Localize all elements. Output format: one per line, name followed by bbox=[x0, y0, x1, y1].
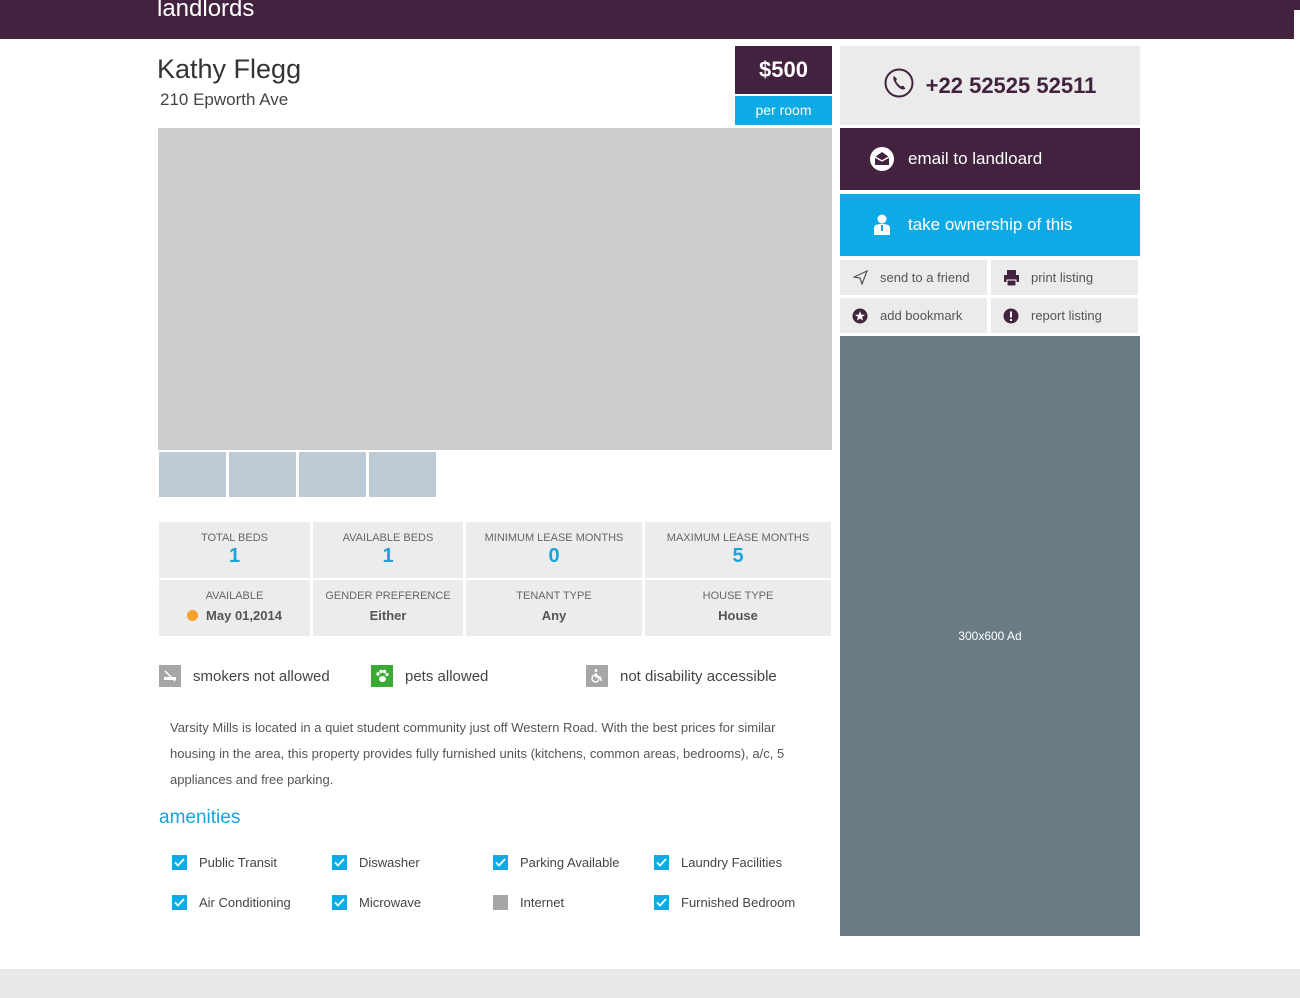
email-landlord-label: email to landloard bbox=[908, 149, 1043, 168]
star-icon bbox=[852, 308, 868, 324]
feature-label: not disability accessible bbox=[620, 667, 777, 685]
amenities-heading: amenities bbox=[159, 807, 241, 828]
stat-available-beds: AVAILABLE BEDS 1 bbox=[313, 522, 463, 578]
listing-address: 210 Epworth Ave bbox=[160, 90, 289, 109]
stat-label: MAXIMUM LEASE MONTHS bbox=[666, 532, 810, 544]
no-smoking-icon bbox=[159, 665, 181, 687]
availability-dot-icon bbox=[187, 610, 199, 621]
stat-value: May 01,2014 bbox=[159, 608, 310, 623]
amenity-item: Air Conditioning bbox=[172, 895, 291, 910]
amenity-label: Internet bbox=[520, 895, 565, 910]
top-bar: landlords bbox=[0, 0, 1300, 39]
take-ownership-button[interactable]: take ownership of this bbox=[840, 194, 1140, 256]
ad-placeholder[interactable]: 300x600 Ad bbox=[840, 336, 1140, 936]
price-unit: per room bbox=[735, 96, 832, 125]
amenity-label: Air Conditioning bbox=[199, 895, 291, 910]
printer-icon bbox=[1003, 269, 1019, 286]
amenity-label: Furnished Bedroom bbox=[681, 895, 796, 910]
amenity-item: Parking Available bbox=[493, 855, 620, 870]
amenity-checkbox[interactable] bbox=[332, 895, 347, 910]
stat-tenant-type: TENANT TYPE Any bbox=[466, 580, 642, 636]
amenity-label: Public Transit bbox=[199, 855, 278, 870]
amenity-label: Microwave bbox=[359, 895, 422, 910]
take-ownership-label: take ownership of this bbox=[908, 215, 1073, 234]
photo-thumbnail-1[interactable] bbox=[159, 452, 226, 497]
stat-min-lease: MINIMUM LEASE MONTHS 0 bbox=[466, 522, 642, 578]
feature-accessibility: not disability accessible bbox=[586, 664, 777, 688]
stat-label: AVAILABLE BEDS bbox=[342, 532, 434, 544]
available-date: May 01,2014 bbox=[206, 608, 282, 623]
stat-label: TOTAL BEDS bbox=[200, 532, 269, 544]
add-bookmark-label: add bookmark bbox=[880, 308, 963, 323]
stat-total-beds: TOTAL BEDS 1 bbox=[159, 522, 310, 578]
stat-label: AVAILABLE bbox=[205, 590, 264, 602]
paw-icon bbox=[371, 665, 393, 687]
stat-value: 0 bbox=[548, 545, 560, 567]
amenity-checkbox[interactable] bbox=[493, 895, 508, 910]
main-photo[interactable] bbox=[158, 128, 832, 450]
stat-value: 1 bbox=[228, 545, 241, 567]
wheelchair-icon bbox=[586, 665, 608, 687]
amenity-checkbox[interactable] bbox=[172, 855, 187, 870]
amenity-checkbox[interactable] bbox=[654, 895, 669, 910]
amenity-item: Public Transit bbox=[172, 855, 277, 870]
listing-description: Varsity Mills is located in a quiet stud… bbox=[170, 720, 785, 787]
stat-value: House bbox=[718, 608, 758, 623]
send-icon bbox=[852, 270, 868, 286]
amenity-checkbox[interactable] bbox=[654, 855, 669, 870]
stat-max-lease: MAXIMUM LEASE MONTHS 5 bbox=[645, 522, 831, 578]
send-to-friend-button[interactable]: send to a friend bbox=[840, 260, 987, 295]
amenity-label: Laundry Facilities bbox=[681, 855, 783, 870]
amenity-item: Internet bbox=[493, 895, 564, 910]
stat-available: AVAILABLE May 01,2014 bbox=[159, 580, 310, 636]
stat-label: GENDER PREFERENCE bbox=[325, 590, 451, 602]
report-listing-label: report listing bbox=[1031, 308, 1102, 323]
send-to-friend-label: send to a friend bbox=[880, 270, 970, 285]
amenity-checkbox[interactable] bbox=[172, 895, 187, 910]
print-listing-label: print listing bbox=[1031, 270, 1094, 285]
print-listing-button[interactable]: print listing bbox=[991, 260, 1138, 295]
stat-label: TENANT TYPE bbox=[516, 590, 592, 602]
feature-label: pets allowed bbox=[405, 667, 489, 685]
top-bar-edge bbox=[1294, 10, 1300, 39]
amenity-item: Furnished Bedroom bbox=[654, 895, 795, 910]
stat-house-type: HOUSE TYPE House bbox=[645, 580, 831, 636]
amenity-label: Diswasher bbox=[359, 855, 420, 870]
amenity-item: Laundry Facilities bbox=[654, 855, 782, 870]
amenity-label: Parking Available bbox=[520, 855, 620, 870]
photo-thumbnail-3[interactable] bbox=[299, 452, 366, 497]
phone-number: +22 52525 52511 bbox=[925, 72, 1097, 98]
stat-value: 5 bbox=[732, 545, 744, 567]
amenity-item: Microwave bbox=[332, 895, 421, 910]
exclamation-icon bbox=[1003, 308, 1019, 324]
listing-title: Kathy Flegg bbox=[157, 54, 302, 84]
page-footer bbox=[0, 969, 1300, 998]
stat-value: Either bbox=[369, 608, 407, 623]
email-landlord-button[interactable]: email to landloard bbox=[840, 128, 1140, 190]
phone-icon bbox=[884, 68, 914, 103]
stat-value: Any bbox=[541, 608, 567, 623]
phone-contact[interactable]: +22 52525 52511 bbox=[840, 46, 1140, 125]
stat-value: 1 bbox=[382, 545, 394, 567]
photo-thumbnail-2[interactable] bbox=[229, 452, 296, 497]
feature-pets: pets allowed bbox=[371, 664, 488, 688]
amenity-checkbox[interactable] bbox=[493, 855, 508, 870]
report-listing-button[interactable]: report listing bbox=[991, 298, 1138, 333]
stat-gender: GENDER PREFERENCE Either bbox=[313, 580, 463, 636]
feature-smoking: smokers not allowed bbox=[159, 664, 330, 688]
stat-label: HOUSE TYPE bbox=[702, 590, 774, 602]
amenity-item: Diswasher bbox=[332, 855, 420, 870]
stat-label: MINIMUM LEASE MONTHS bbox=[484, 532, 624, 544]
add-bookmark-button[interactable]: add bookmark bbox=[840, 298, 987, 333]
ad-label: 300x600 Ad bbox=[958, 629, 1022, 643]
price-amount: $500 bbox=[735, 46, 832, 94]
photo-thumbnail-4[interactable] bbox=[369, 452, 436, 497]
amenity-checkbox[interactable] bbox=[332, 855, 347, 870]
user-icon bbox=[870, 214, 894, 236]
envelope-icon bbox=[870, 147, 894, 171]
feature-label: smokers not allowed bbox=[193, 667, 330, 685]
site-brand[interactable]: landlords bbox=[157, 0, 254, 24]
